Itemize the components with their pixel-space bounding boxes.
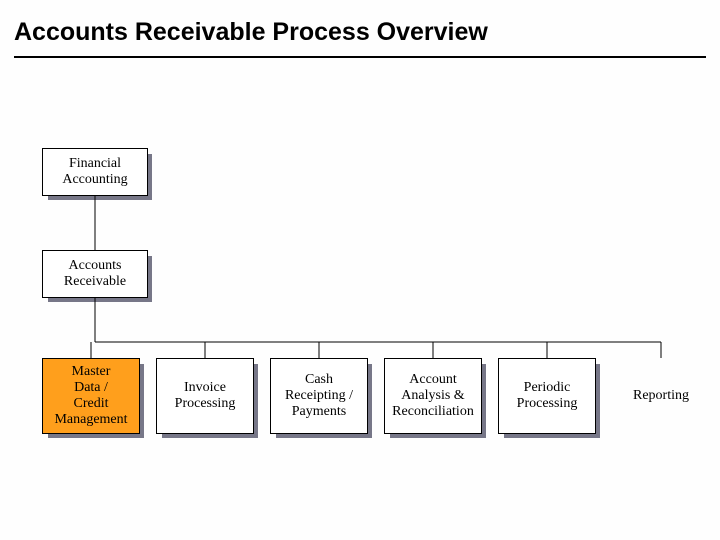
node-cash-receipting-payments: Cash Receipting / Payments [270, 358, 368, 434]
node-master-data-credit-management: Master Data / Credit Management [42, 358, 140, 434]
node-label: Financial Accounting [62, 156, 127, 188]
title-rule [14, 56, 706, 58]
node-label: Accounts Receivable [64, 258, 126, 290]
page-title-text: Accounts Receivable Process Overview [14, 18, 488, 46]
node-label: Master Data / Credit Management [54, 364, 127, 428]
node-label: Cash Receipting / Payments [285, 372, 353, 420]
node-account-analysis-reconciliation: Account Analysis & Reconciliation [384, 358, 482, 434]
node-accounts-receivable: Accounts Receivable [42, 250, 148, 298]
node-label: Periodic Processing [517, 380, 578, 412]
node-label: Invoice Processing [175, 380, 236, 412]
node-periodic-processing: Periodic Processing [498, 358, 596, 434]
node-invoice-processing: Invoice Processing [156, 358, 254, 434]
node-label: Account Analysis & Reconciliation [392, 372, 474, 420]
node-label: Reporting [633, 388, 689, 404]
page-title: Accounts Receivable Process Overview [14, 18, 488, 47]
node-reporting: Reporting [612, 358, 710, 434]
node-financial-accounting: Financial Accounting [42, 148, 148, 196]
